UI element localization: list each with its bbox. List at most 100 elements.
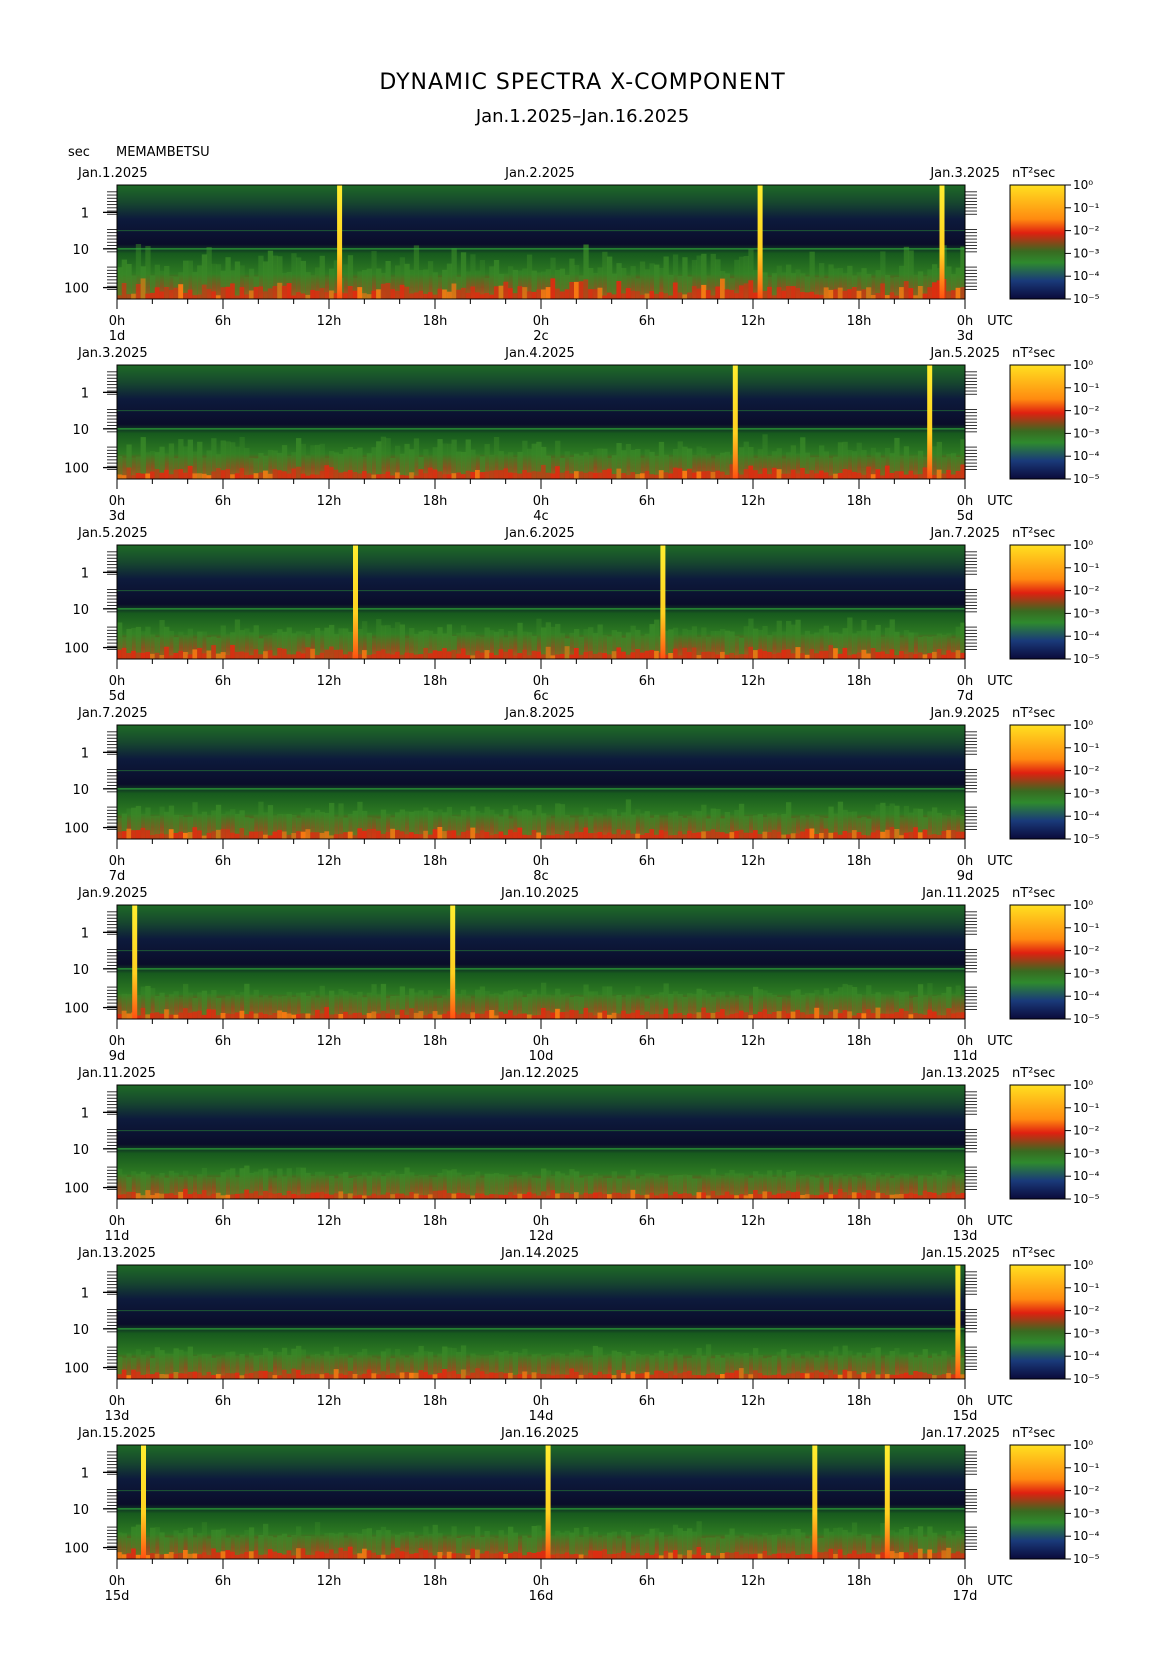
- x-tick-label: 12h: [741, 1034, 766, 1049]
- colorbar-tick-label: 10⁻⁴: [1073, 629, 1100, 643]
- y-tick-label: 100: [64, 822, 89, 837]
- colorbar: [1009, 904, 1066, 1020]
- y-tick-label: 10: [72, 603, 89, 618]
- x-unit-label: UTC: [987, 314, 1013, 329]
- colorbar-tick-label: 10⁻¹: [1073, 1461, 1100, 1475]
- colorbar-tick-label: 10⁻²: [1073, 224, 1100, 238]
- x-tick-label: 0h: [109, 1214, 126, 1229]
- y-tick-label: 100: [64, 1182, 89, 1197]
- colorbar: [1009, 1444, 1066, 1560]
- day-label-right: 7d: [957, 689, 974, 704]
- x-tick-label: 0h: [109, 1394, 126, 1409]
- panel-date-right: Jan.5.2025: [929, 346, 1000, 361]
- colorbar-unit-label: nT²sec: [1012, 886, 1055, 901]
- spectral-spike: [757, 185, 763, 299]
- colorbar-tick-label: 10⁻³: [1073, 426, 1100, 440]
- x-tick-label: 0h: [957, 674, 974, 689]
- y-tick-label: 10: [72, 243, 89, 258]
- colorbar: [1009, 1084, 1066, 1200]
- colorbar-tick-label: 10⁰: [1073, 898, 1093, 912]
- spectra-panel: [103, 724, 1071, 849]
- day-label-left: 9d: [109, 1049, 126, 1064]
- x-tick-label: 6h: [639, 854, 656, 869]
- x-unit-label: UTC: [987, 854, 1013, 869]
- spectra-panel: [103, 364, 1071, 489]
- x-tick-label: 0h: [957, 1034, 974, 1049]
- x-tick-label: 0h: [533, 494, 550, 509]
- colorbar-tick-label: 10⁻²: [1073, 944, 1100, 958]
- x-tick-label: 6h: [215, 1214, 232, 1229]
- colorbar-tick-label: 10⁻¹: [1073, 381, 1100, 395]
- x-tick-label: 0h: [957, 314, 974, 329]
- y-tick-label: 100: [64, 462, 89, 477]
- day-label-right: 17d: [953, 1589, 978, 1604]
- colorbar-tick-label: 10⁻⁴: [1073, 1169, 1100, 1183]
- panel-date-left: Jan.3.2025: [77, 346, 148, 361]
- colorbar-unit-label: nT²sec: [1012, 706, 1055, 721]
- day-label-right: 11d: [953, 1049, 978, 1064]
- y-tick-label: 10: [72, 783, 89, 798]
- panel-date-mid: Jan.4.2025: [504, 346, 575, 361]
- x-tick-label: 6h: [639, 494, 656, 509]
- day-label-mid: 2c: [533, 329, 548, 344]
- day-label-left: 5d: [109, 689, 126, 704]
- x-tick-label: 6h: [215, 1574, 232, 1589]
- y-tick-label: 100: [64, 1542, 89, 1557]
- day-label-right: 15d: [953, 1409, 978, 1424]
- x-tick-label: 18h: [847, 1214, 872, 1229]
- day-label-mid: 10d: [529, 1049, 554, 1064]
- colorbar-tick-label: 10⁻²: [1073, 584, 1100, 598]
- x-tick-label: 0h: [533, 854, 550, 869]
- y-tick-label: 1: [81, 566, 89, 581]
- spectral-spike: [884, 1445, 890, 1559]
- colorbar-tick-label: 10⁰: [1073, 1258, 1093, 1272]
- panel-date-mid: Jan.16.2025: [500, 1426, 579, 1441]
- x-tick-label: 0h: [533, 1214, 550, 1229]
- x-tick-label: 12h: [317, 1214, 342, 1229]
- x-tick-label: 0h: [957, 1214, 974, 1229]
- x-unit-label: UTC: [987, 674, 1013, 689]
- colorbar: [1009, 364, 1066, 480]
- spectral-spike: [337, 185, 343, 299]
- spectral-spike: [927, 365, 933, 479]
- x-tick-label: 0h: [533, 674, 550, 689]
- x-tick-label: 0h: [957, 854, 974, 869]
- colorbar-unit-label: nT²sec: [1012, 346, 1055, 361]
- x-tick-label: 18h: [847, 1394, 872, 1409]
- spectral-spike: [450, 905, 456, 1019]
- y-tick-label: 1: [81, 386, 89, 401]
- day-label-right: 3d: [957, 329, 974, 344]
- spectra-plots: Jan.1.2025 Jan.2.2025 Jan.3.2025 1 10 100 0h 6h…: [64, 166, 1100, 1604]
- spectral-spike: [939, 185, 945, 299]
- colorbar-tick-label: 10⁻¹: [1073, 561, 1100, 575]
- spectral-spike: [812, 1445, 818, 1559]
- colorbar-tick-label: 10⁻³: [1073, 246, 1100, 260]
- spectra-panel: [103, 1444, 1071, 1569]
- y-tick-label: 10: [72, 963, 89, 978]
- x-tick-label: 0h: [109, 1034, 126, 1049]
- colorbar-tick-label: 10⁻²: [1073, 404, 1100, 418]
- colorbar-tick-label: 10⁻³: [1073, 1146, 1100, 1160]
- x-tick-label: 12h: [317, 1394, 342, 1409]
- y-tick-label: 1: [81, 926, 89, 941]
- x-tick-label: 18h: [423, 854, 448, 869]
- panel-date-right: Jan.11.2025: [921, 886, 1000, 901]
- x-tick-label: 6h: [215, 1034, 232, 1049]
- y-tick-label: 10: [72, 1143, 89, 1158]
- colorbar-tick-label: 10⁰: [1073, 718, 1093, 732]
- panel-date-left: Jan.15.2025: [77, 1426, 156, 1441]
- spectral-spike: [955, 1265, 961, 1379]
- x-tick-label: 12h: [741, 1394, 766, 1409]
- colorbar-tick-label: 10⁻¹: [1073, 201, 1100, 215]
- spectra-panel: [103, 544, 1071, 669]
- spectra-panel: [103, 184, 1071, 309]
- spectra-panel: [103, 904, 1071, 1029]
- x-tick-label: 6h: [639, 1394, 656, 1409]
- panel-date-mid: Jan.14.2025: [500, 1246, 579, 1261]
- colorbar-unit-label: nT²sec: [1012, 1426, 1055, 1441]
- day-label-right: 13d: [953, 1229, 978, 1244]
- y-tick-label: 1: [81, 746, 89, 761]
- day-label-mid: 4c: [533, 509, 548, 524]
- x-tick-label: 0h: [109, 854, 126, 869]
- colorbar-tick-label: 10⁻¹: [1073, 1101, 1100, 1115]
